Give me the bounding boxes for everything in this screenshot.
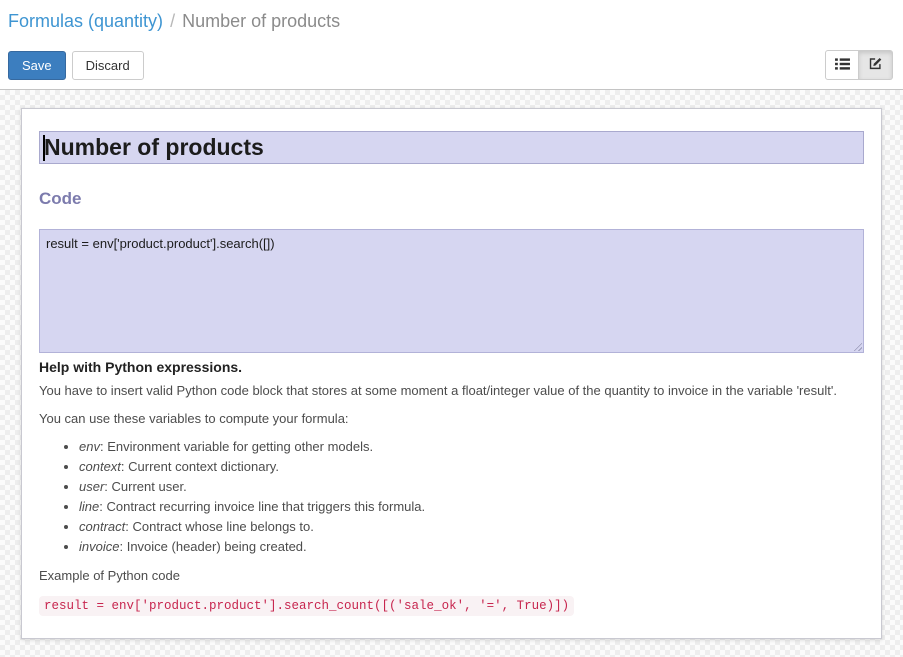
- variable-name: invoice: [79, 539, 119, 554]
- form-background: Code result = env['product.product'].sea…: [0, 90, 903, 657]
- example-label: Example of Python code: [39, 568, 864, 584]
- list-item: context: Current context dictionary.: [79, 459, 864, 474]
- record-action-buttons: Save Discard: [8, 51, 144, 80]
- list-item: invoice: Invoice (header) being created.: [79, 539, 864, 554]
- list-item: line: Contract recurring invoice line th…: [79, 499, 864, 514]
- edit-pencil-icon: [868, 56, 883, 74]
- list-item: env: Environment variable for getting ot…: [79, 439, 864, 454]
- code-section-heading: Code: [39, 189, 864, 209]
- discard-button[interactable]: Discard: [72, 51, 144, 80]
- variable-desc: Current user.: [112, 479, 187, 494]
- variable-desc: Contract whose line belongs to.: [132, 519, 313, 534]
- code-field-wrap: result = env['product.product'].search([…: [39, 229, 864, 353]
- variable-name: env: [79, 439, 100, 454]
- example-code-row: result = env['product.product'].search_c…: [39, 596, 864, 614]
- help-block: Help with Python expressions. You have t…: [39, 359, 864, 614]
- control-row: Save Discard: [8, 50, 893, 89]
- variable-desc: Contract recurring invoice line that tri…: [106, 499, 425, 514]
- variable-separator: :: [104, 479, 111, 494]
- list-item: contract: Contract whose line belongs to…: [79, 519, 864, 534]
- variable-name: contract: [79, 519, 125, 534]
- help-variables-intro: You can use these variables to compute y…: [39, 411, 864, 427]
- variables-list: env: Environment variable for getting ot…: [39, 439, 864, 554]
- breadcrumb-current: Number of products: [182, 11, 340, 31]
- view-switcher: [825, 50, 893, 80]
- form-sheet: Code result = env['product.product'].sea…: [21, 108, 882, 639]
- example-code: result = env['product.product'].search_c…: [39, 596, 574, 616]
- variable-desc: Invoice (header) being created.: [127, 539, 307, 554]
- variable-name: user: [79, 479, 104, 494]
- variable-name: context: [79, 459, 121, 474]
- help-heading: Help with Python expressions.: [39, 359, 864, 375]
- list-view-button[interactable]: [825, 50, 859, 80]
- variable-name: line: [79, 499, 99, 514]
- help-intro: You have to insert valid Python code blo…: [39, 383, 864, 399]
- variable-desc: Environment variable for getting other m…: [107, 439, 373, 454]
- list-icon: [835, 57, 850, 74]
- form-edit-view-button[interactable]: [859, 50, 893, 80]
- breadcrumb-separator: /: [170, 11, 175, 31]
- top-bar: Formulas (quantity) / Number of products S…: [0, 0, 903, 90]
- code-textarea[interactable]: result = env['product.product'].search([…: [39, 229, 864, 353]
- record-name-input[interactable]: [39, 131, 864, 164]
- record-name-field-wrap: [39, 131, 864, 164]
- variable-separator: :: [119, 539, 126, 554]
- variable-desc: Current context dictionary.: [128, 459, 279, 474]
- save-button[interactable]: Save: [8, 51, 66, 80]
- text-caret: [43, 135, 45, 161]
- breadcrumb: Formulas (quantity) / Number of products: [8, 9, 893, 33]
- breadcrumb-parent-link[interactable]: Formulas (quantity): [8, 11, 163, 31]
- list-item: user: Current user.: [79, 479, 864, 494]
